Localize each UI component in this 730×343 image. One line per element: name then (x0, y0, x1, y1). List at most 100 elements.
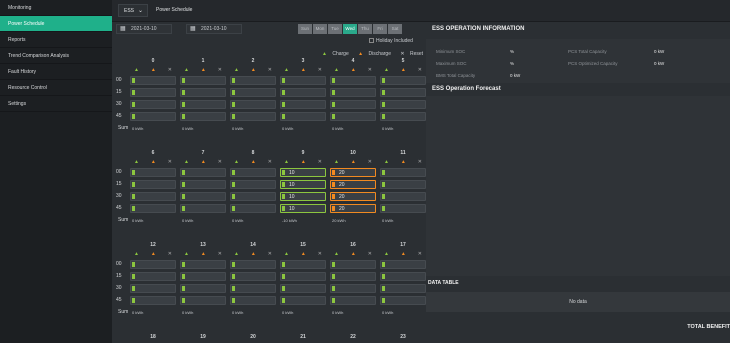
schedule-cell[interactable] (380, 88, 426, 97)
schedule-cell[interactable] (230, 100, 276, 109)
schedule-cell[interactable] (380, 284, 426, 293)
charge-icon[interactable]: ▲ (234, 251, 239, 257)
schedule-cell[interactable] (380, 296, 426, 305)
schedule-cell[interactable]: 20 (330, 204, 376, 213)
schedule-cell[interactable] (230, 168, 276, 177)
schedule-cell[interactable] (130, 100, 176, 109)
schedule-cell[interactable] (330, 272, 376, 281)
sidebar-item-trend-comparison[interactable]: Trend Comparison Analysis (0, 48, 112, 64)
schedule-cell[interactable] (330, 88, 376, 97)
schedule-cell[interactable] (330, 100, 376, 109)
schedule-cell[interactable] (180, 204, 226, 213)
schedule-cell[interactable] (280, 260, 326, 269)
reset-icon[interactable]: ✕ (368, 159, 372, 165)
charge-icon[interactable]: ▲ (334, 67, 339, 73)
schedule-cell[interactable] (280, 272, 326, 281)
sidebar-item-reports[interactable]: Reports (0, 32, 112, 48)
schedule-cell[interactable] (280, 296, 326, 305)
charge-icon[interactable]: ▲ (384, 159, 389, 165)
legend-reset[interactable]: ✕ Reset (400, 51, 427, 57)
charge-icon[interactable]: ▲ (384, 251, 389, 257)
reset-icon[interactable]: ✕ (368, 251, 372, 257)
schedule-cell[interactable] (180, 180, 226, 189)
reset-icon[interactable]: ✕ (418, 67, 422, 73)
schedule-cell[interactable]: 10 (280, 168, 326, 177)
charge-icon[interactable]: ▲ (284, 159, 289, 165)
charge-icon[interactable]: ▲ (234, 159, 239, 165)
schedule-cell[interactable] (130, 168, 176, 177)
sidebar-item-settings[interactable]: Settings (0, 96, 112, 112)
schedule-cell[interactable] (130, 180, 176, 189)
discharge-icon[interactable]: ▲ (251, 159, 256, 165)
schedule-cell[interactable] (380, 192, 426, 201)
day-toggle-wed[interactable]: Wed (343, 24, 357, 34)
schedule-cell[interactable] (380, 180, 426, 189)
schedule-cell[interactable] (330, 112, 376, 121)
sidebar-item-monitoring[interactable]: Monitoring (0, 0, 112, 16)
schedule-cell[interactable]: 20 (330, 168, 376, 177)
discharge-icon[interactable]: ▲ (151, 67, 156, 73)
schedule-cell[interactable] (330, 296, 376, 305)
discharge-icon[interactable]: ▲ (201, 159, 206, 165)
schedule-cell[interactable] (180, 260, 226, 269)
reset-icon[interactable]: ✕ (418, 251, 422, 257)
reset-icon[interactable]: ✕ (168, 67, 172, 73)
discharge-icon[interactable]: ▲ (301, 67, 306, 73)
schedule-cell[interactable] (180, 76, 226, 85)
schedule-cell[interactable] (280, 76, 326, 85)
charge-icon[interactable]: ▲ (334, 251, 339, 257)
schedule-cell[interactable]: 20 (330, 180, 376, 189)
schedule-cell[interactable] (230, 76, 276, 85)
sidebar-item-resource-control[interactable]: Resource Control (0, 80, 112, 96)
schedule-cell[interactable]: 10 (280, 192, 326, 201)
sidebar-item-fault-history[interactable]: Fault History (0, 64, 112, 80)
reset-icon[interactable]: ✕ (368, 67, 372, 73)
discharge-icon[interactable]: ▲ (151, 159, 156, 165)
reset-icon[interactable]: ✕ (318, 159, 322, 165)
schedule-cell[interactable] (180, 192, 226, 201)
schedule-cell[interactable] (180, 284, 226, 293)
schedule-cell[interactable] (130, 112, 176, 121)
reset-icon[interactable]: ✕ (168, 159, 172, 165)
schedule-cell[interactable] (180, 112, 226, 121)
schedule-cell[interactable] (380, 112, 426, 121)
schedule-cell[interactable] (130, 284, 176, 293)
schedule-cell[interactable] (280, 112, 326, 121)
charge-icon[interactable]: ▲ (184, 251, 189, 257)
discharge-icon[interactable]: ▲ (401, 159, 406, 165)
schedule-cell[interactable] (380, 272, 426, 281)
charge-icon[interactable]: ▲ (234, 67, 239, 73)
sidebar-item-power-schedule[interactable]: Power Schedule (0, 16, 112, 32)
schedule-cell[interactable] (230, 88, 276, 97)
schedule-cell[interactable] (230, 284, 276, 293)
day-toggle-mon[interactable]: Mon (313, 24, 327, 34)
schedule-cell[interactable] (230, 192, 276, 201)
schedule-cell[interactable] (380, 168, 426, 177)
day-toggle-sat[interactable]: Sat (388, 24, 402, 34)
reset-icon[interactable]: ✕ (268, 67, 272, 73)
day-toggle-tue[interactable]: Tue (328, 24, 342, 34)
charge-icon[interactable]: ▲ (384, 67, 389, 73)
reset-icon[interactable]: ✕ (268, 159, 272, 165)
discharge-icon[interactable]: ▲ (151, 251, 156, 257)
charge-icon[interactable]: ▲ (334, 159, 339, 165)
charge-icon[interactable]: ▲ (284, 251, 289, 257)
schedule-cell[interactable]: 10 (280, 180, 326, 189)
device-select[interactable]: ESS ⌄ (118, 4, 148, 17)
schedule-cell[interactable] (330, 76, 376, 85)
discharge-icon[interactable]: ▲ (251, 251, 256, 257)
schedule-cell[interactable] (130, 204, 176, 213)
charge-icon[interactable]: ▲ (284, 67, 289, 73)
schedule-cell[interactable] (130, 192, 176, 201)
discharge-icon[interactable]: ▲ (401, 67, 406, 73)
schedule-cell[interactable] (230, 260, 276, 269)
schedule-cell[interactable] (330, 284, 376, 293)
charge-icon[interactable]: ▲ (134, 251, 139, 257)
schedule-cell[interactable] (230, 180, 276, 189)
schedule-cell[interactable] (180, 296, 226, 305)
schedule-cell[interactable] (130, 296, 176, 305)
reset-icon[interactable]: ✕ (418, 159, 422, 165)
start-date-input[interactable]: ▦ 2021-03-10 (116, 24, 172, 34)
schedule-cell[interactable] (380, 260, 426, 269)
discharge-icon[interactable]: ▲ (201, 67, 206, 73)
